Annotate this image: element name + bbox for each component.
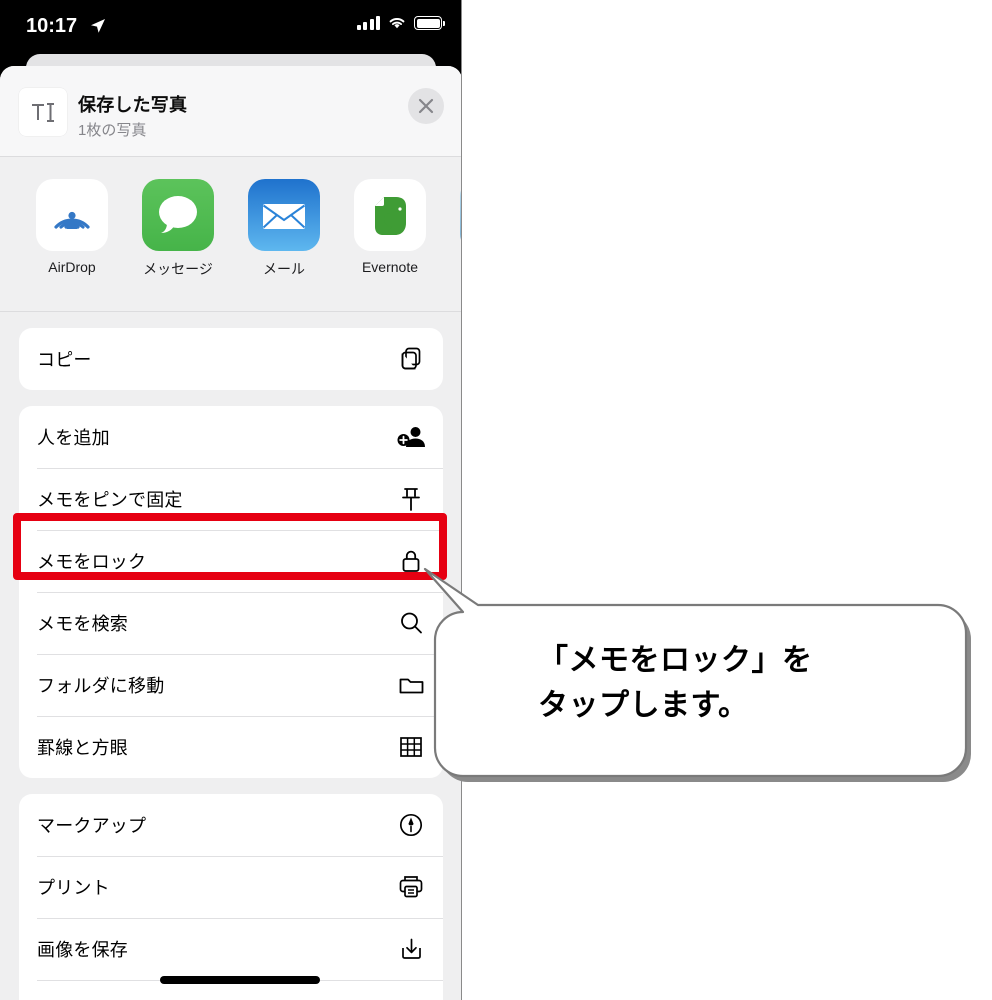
status-time: 10:17 <box>26 15 78 37</box>
callout-bubble: 「メモをロック」を タップします。 <box>418 560 992 805</box>
list-item-pin-note[interactable]: メモをピンで固定 <box>19 468 443 530</box>
battery-full-icon <box>414 16 445 30</box>
list-item-label: メモをピンで固定 <box>37 490 183 510</box>
list-item-label: マークアップ <box>37 816 147 836</box>
status-bar: 10:17 <box>0 0 461 56</box>
contact-photo-icon <box>460 179 461 251</box>
messages-icon <box>142 179 214 251</box>
app-label: メール <box>263 261 305 277</box>
list-item-label: コピー <box>37 350 92 370</box>
list-item-label: メモをロック <box>37 552 147 572</box>
close-icon <box>418 98 434 114</box>
list-item-print[interactable]: プリント <box>19 856 443 918</box>
share-action-list: コピー 人を追加 メモをピンで固定 メモをロック メモを検索 フォルダに移動 罫… <box>0 312 461 1000</box>
page-title: 保存した写真 <box>78 95 188 115</box>
markup-pen-icon <box>397 811 425 839</box>
sheet-subtitle: 1枚の写真 <box>78 122 147 139</box>
mail-icon <box>248 179 320 251</box>
phone-screenshot: 10:17 保存した写真 1枚の写真 AirDrop メッセージ メール Eve… <box>0 0 462 1000</box>
app-label: AirDrop <box>48 259 96 275</box>
share-target-mail[interactable]: メール <box>231 179 337 279</box>
list-item-label: プリント <box>37 878 110 898</box>
list-item-label: メモを検索 <box>37 614 128 634</box>
share-target-evernote[interactable]: Evernote <box>337 179 443 275</box>
add-person-icon <box>397 423 425 451</box>
share-target-contact[interactable] <box>443 179 461 259</box>
list-item-lines-and-grid[interactable]: 罫線と方眼 <box>19 716 443 778</box>
wifi-icon <box>389 17 405 29</box>
save-image-icon <box>397 935 425 963</box>
list-item-label: 人を追加 <box>37 428 110 448</box>
share-sheet-header: 保存した写真 1枚の写真 <box>0 66 461 157</box>
airdrop-icon <box>36 179 108 251</box>
app-label: メッセージ <box>143 261 213 277</box>
list-item-move-to-folder[interactable]: フォルダに移動 <box>19 654 443 716</box>
list-item-search-note[interactable]: メモを検索 <box>19 592 443 654</box>
list-item-label: 罫線と方眼 <box>37 738 128 758</box>
location-arrow-icon <box>91 19 105 33</box>
status-indicators <box>356 16 445 30</box>
list-item-label: フォルダに移動 <box>37 676 165 696</box>
printer-icon <box>397 873 425 901</box>
text-document-thumbnail <box>19 88 67 136</box>
action-group-3: マークアップ プリント 画像を保存 <box>19 794 443 1000</box>
share-sheet: 保存した写真 1枚の写真 AirDrop メッセージ メール Evernote … <box>0 66 461 1000</box>
copy-icon <box>397 345 425 373</box>
action-group-2: 人を追加 メモをピンで固定 メモをロック メモを検索 フォルダに移動 罫線と方眼 <box>19 406 443 778</box>
pin-icon <box>397 485 425 513</box>
evernote-icon <box>354 179 426 251</box>
list-item-copy[interactable]: コピー <box>19 328 443 390</box>
share-target-airdrop[interactable]: AirDrop <box>19 179 125 275</box>
list-item-add-person[interactable]: 人を追加 <box>19 406 443 468</box>
list-item-markup[interactable]: マークアップ <box>19 794 443 856</box>
redaction-bar <box>160 976 320 984</box>
callout-text: 「メモをロック」を タップします。 <box>538 644 813 722</box>
list-item-label: 画像を保存 <box>37 940 128 960</box>
close-button[interactable] <box>408 88 444 124</box>
list-item-save-image[interactable]: 画像を保存 <box>19 918 443 980</box>
share-target-messages[interactable]: メッセージ <box>125 179 231 279</box>
app-label: Evernote <box>361 259 419 275</box>
cellular-signal-icon <box>356 16 380 30</box>
list-item-lock-note[interactable]: メモをロック <box>19 530 443 592</box>
action-group-1: コピー <box>19 328 443 390</box>
share-app-row: AirDrop メッセージ メール Evernote <box>0 157 461 312</box>
